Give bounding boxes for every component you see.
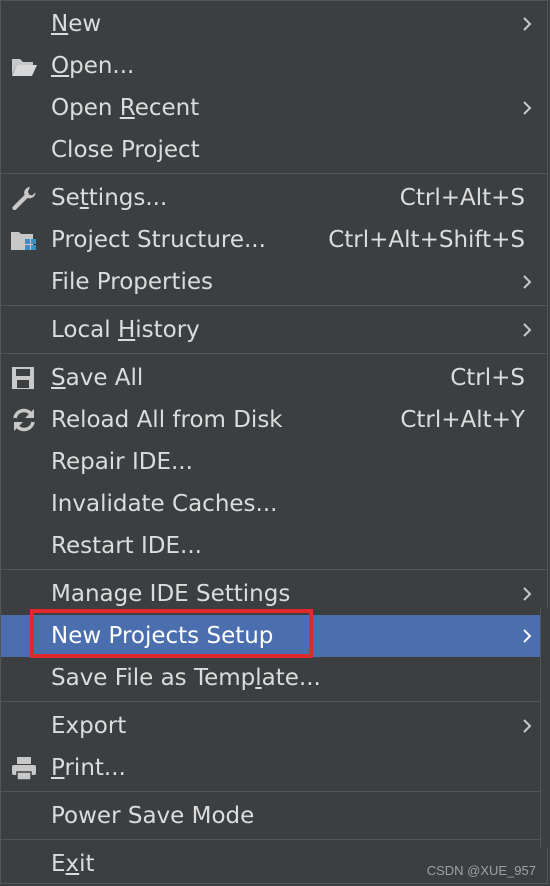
menu-separator [1, 839, 547, 840]
project-structure-shortcut: Ctrl+Alt+Shift+S [328, 227, 525, 253]
menu-item-open-label: Open... [51, 53, 135, 79]
menu-separator [1, 791, 547, 792]
project-structure-icon [11, 232, 36, 250]
chevron-right-icon [523, 629, 532, 643]
menu-item-reload-all-label: Reload All from Disk [51, 407, 283, 433]
menu-item-repair-ide-label: Repair IDE... [51, 449, 193, 475]
menu-separator [1, 569, 547, 570]
printer-icon [12, 757, 36, 781]
menu-item-new[interactable]: New [1, 3, 547, 45]
menu-item-save-file-as-template-label: Save File as Template... [51, 665, 321, 691]
menu-item-exit-label: Exit [51, 851, 95, 877]
submenu-edge [540, 608, 550, 848]
menu-item-open-recent-label: Open Recent [51, 95, 200, 121]
menu-item-invalidate-caches-label: Invalidate Caches... [51, 491, 278, 517]
chevron-right-icon [523, 719, 532, 733]
folder-open-icon [12, 59, 37, 76]
wrench-icon [12, 187, 36, 211]
settings-shortcut: Ctrl+Alt+S [399, 185, 525, 211]
menu-item-repair-ide[interactable]: Repair IDE... [1, 441, 547, 483]
menu-item-settings[interactable]: Settings... Ctrl+Alt+S [1, 177, 547, 219]
menu-item-local-history[interactable]: Local History [1, 309, 547, 351]
menu-item-close-project-label: Close Project [51, 137, 200, 163]
menu-separator [1, 353, 547, 354]
menu-item-project-structure[interactable]: Project Structure... Ctrl+Alt+Shift+S [1, 219, 547, 261]
menu-item-print-label: Print... [51, 755, 126, 781]
menu-item-save-all[interactable]: Save All Ctrl+S [1, 357, 547, 399]
chevron-right-icon [523, 275, 532, 289]
menu-item-print[interactable]: Print... [1, 747, 547, 789]
menu-item-file-properties-label: File Properties [51, 269, 214, 295]
menu-item-save-all-label: Save All [51, 365, 144, 391]
watermark: CSDN @XUE_957 [426, 863, 536, 878]
menu-item-power-save-mode[interactable]: Power Save Mode [1, 795, 547, 837]
menu-separator [1, 305, 547, 306]
menu-item-save-file-as-template[interactable]: Save File as Template... [1, 657, 547, 699]
menu-item-invalidate-caches[interactable]: Invalidate Caches... [1, 483, 547, 525]
annotation-highlight-box [30, 609, 313, 658]
menu-item-settings-label: Settings... [51, 185, 168, 211]
chevron-right-icon [523, 101, 532, 115]
menu-item-restart-ide[interactable]: Restart IDE... [1, 525, 547, 567]
menu-item-close-project[interactable]: Close Project [1, 129, 547, 171]
menu-separator [1, 173, 547, 174]
menu-item-project-structure-label: Project Structure... [51, 227, 266, 253]
menu-item-file-properties[interactable]: File Properties [1, 261, 547, 303]
menu-item-restart-ide-label: Restart IDE... [51, 533, 202, 559]
reload-all-shortcut: Ctrl+Alt+Y [400, 407, 525, 433]
menu-item-export-label: Export [51, 713, 127, 739]
menu-item-open-recent[interactable]: Open Recent [1, 87, 547, 129]
save-all-shortcut: Ctrl+S [450, 365, 525, 391]
chevron-right-icon [523, 17, 532, 31]
menu-item-reload-all[interactable]: Reload All from Disk Ctrl+Alt+Y [1, 399, 547, 441]
menu-item-local-history-label: Local History [51, 317, 200, 343]
menu-item-power-save-mode-label: Power Save Mode [51, 803, 255, 829]
floppy-disk-icon [12, 367, 34, 389]
chevron-right-icon [523, 587, 532, 601]
menu-separator [1, 701, 547, 702]
chevron-right-icon [523, 323, 532, 337]
menu-item-export[interactable]: Export [1, 705, 547, 747]
menu-item-new-label: New [51, 11, 102, 37]
reload-icon [13, 408, 35, 432]
menu-item-open[interactable]: Open... [1, 45, 547, 87]
file-menu: New Open... Open Recent Close Project Se… [0, 0, 548, 884]
